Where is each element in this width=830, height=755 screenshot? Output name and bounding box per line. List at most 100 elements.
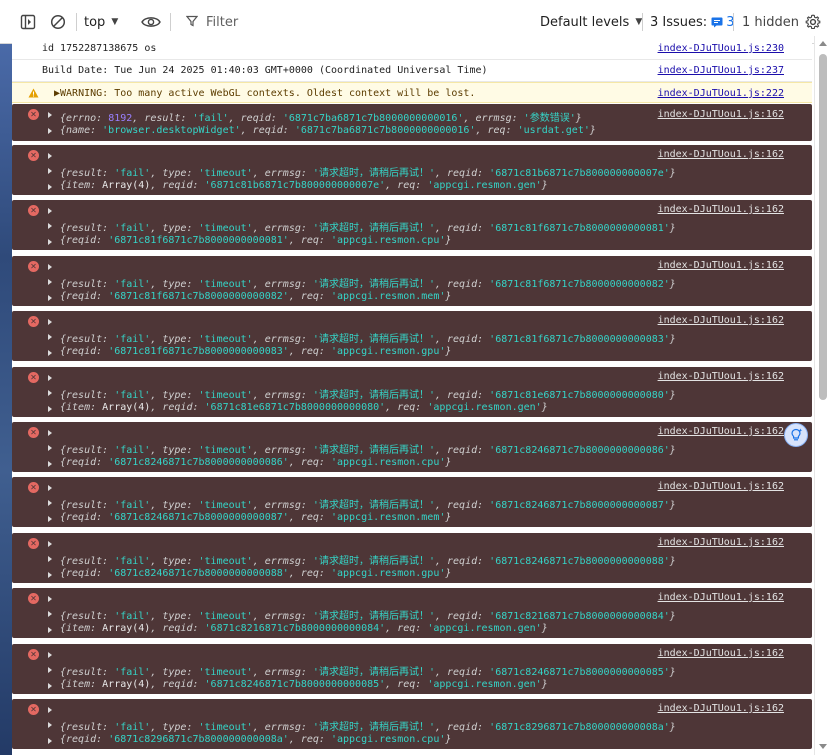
expand-triangle-icon[interactable] [48,264,52,270]
error-object-line[interactable]: {item: Array(4), reqid: '6871c8246871c7b… [60,679,548,690]
expand-triangle-icon[interactable] [48,516,52,522]
expand-triangle-icon[interactable] [48,168,52,174]
clear-console-icon[interactable] [48,12,68,32]
log-text: id 1752287138675 os [42,43,157,54]
expand-triangle-icon[interactable] [48,556,52,562]
expand-triangle-icon[interactable] [48,485,52,491]
error-row: ✕ index-DJuTUou1.js:162 {result: 'fail', t… [12,367,812,417]
source-link[interactable]: index-DJuTUou1.js:162 [658,481,784,492]
expand-triangle-icon[interactable] [48,279,52,285]
error-object-line[interactable]: {result: 'fail', type: 'timeout', errmsg… [60,386,676,401]
source-link[interactable]: index-DJuTUou1.js:162 [658,315,784,326]
source-link[interactable]: index-DJuTUou1.js:162 [658,537,784,548]
expand-triangle-icon[interactable] [48,461,52,467]
toolbar-divider [733,13,734,31]
expand-triangle-icon[interactable] [48,184,52,190]
scrollbar-thumb[interactable] [819,54,827,400]
expand-triangle-icon[interactable] [48,611,52,617]
error-object-line[interactable]: {reqid: '6871c81f6871c7b8000000000081', … [60,235,451,246]
expand-triangle-icon[interactable] [48,334,52,340]
issues-button[interactable]: 3 Issues: 3 [650,12,734,32]
log-row: id 1752287138675 os index-DJuTUou1.js:23… [12,38,812,60]
scroll-down-icon[interactable] [819,744,827,749]
error-object-line[interactable]: {reqid: '6871c8246871c7b8000000000086', … [60,457,451,468]
error-row: ✕ index-DJuTUou1.js:162 {result: 'fail', t… [12,256,812,306]
expand-triangle-icon[interactable] [48,295,52,301]
expand-triangle-icon[interactable] [48,430,52,436]
error-object-line[interactable]: {result: 'fail', type: 'timeout', errmsg… [60,718,676,733]
expand-triangle-icon[interactable] [48,500,52,506]
error-icon: ✕ [28,427,39,438]
error-object-line[interactable]: {reqid: '6871c81f6871c7b8000000000083', … [60,346,451,357]
error-row: ✕ index-DJuTUou1.js:162 {result: 'fail', t… [12,699,812,749]
error-object-line[interactable]: {errno: 8192, result: 'fail', reqid: '68… [60,109,582,124]
vertical-scrollbar[interactable] [814,36,830,755]
source-link[interactable]: index-DJuTUou1.js:237 [658,65,784,76]
source-link[interactable]: index-DJuTUou1.js:162 [658,371,784,382]
expand-triangle-icon[interactable] [48,572,52,578]
log-levels-dropdown[interactable]: Default levels ▼ [540,12,642,32]
expand-triangle-icon[interactable] [48,445,52,451]
gear-icon[interactable] [803,12,823,32]
source-link[interactable]: index-DJuTUou1.js:162 [658,426,784,437]
expand-triangle-icon[interactable] [48,112,52,118]
filter-input[interactable]: Filter [178,10,520,34]
expand-triangle-icon[interactable] [48,596,52,602]
error-object-line[interactable]: {reqid: '6871c81f6871c7b8000000000082', … [60,291,451,302]
expand-triangle-icon[interactable] [48,223,52,229]
expand-triangle-icon[interactable] [48,319,52,325]
context-selector[interactable]: top ▼ [84,12,118,32]
source-link[interactable]: index-DJuTUou1.js:162 [658,703,784,714]
expand-triangle-icon[interactable] [48,683,52,689]
error-object-line[interactable]: {item: Array(4), reqid: '6871c81e6871c7b… [60,402,548,413]
error-object-line[interactable]: {result: 'fail', type: 'timeout', errmsg… [60,552,676,567]
expand-triangle-icon[interactable] [48,375,52,381]
expand-triangle-icon[interactable] [48,153,52,159]
warning-row[interactable]: ▶WARNING: Too many active WebGL contexts… [12,82,812,103]
expand-triangle-icon[interactable] [48,652,52,658]
error-object-line[interactable]: {result: 'fail', type: 'timeout', errmsg… [60,607,676,622]
error-object-line[interactable]: {result: 'fail', type: 'timeout', errmsg… [60,275,676,290]
source-link[interactable]: index-DJuTUou1.js:162 [658,648,784,659]
source-link[interactable]: index-DJuTUou1.js:162 [658,149,784,160]
expand-triangle-icon[interactable] [48,627,52,633]
error-object-line[interactable]: {name: 'browser.desktopWidget', reqid: '… [60,125,596,136]
source-link[interactable]: index-DJuTUou1.js:162 [658,592,784,603]
scroll-up-icon[interactable] [819,41,827,46]
expand-triangle-icon[interactable] [48,128,52,134]
expand-triangle-icon[interactable] [48,350,52,356]
error-object-line[interactable]: {result: 'fail', type: 'timeout', errmsg… [60,219,676,234]
error-object-line[interactable]: {reqid: '6871c8246871c7b8000000000088', … [60,568,451,579]
error-object-line[interactable]: {reqid: '6871c8296871c7b800000000008a', … [60,734,451,745]
error-object-line[interactable]: {result: 'fail', type: 'timeout', errmsg… [60,164,676,179]
source-link[interactable]: index-DJuTUou1.js:162 [658,109,784,120]
expand-triangle-icon[interactable] [48,722,52,728]
expand-triangle-icon[interactable] [48,541,52,547]
source-link[interactable]: index-DJuTUou1.js:162 [658,260,784,271]
error-row: ✕ index-DJuTUou1.js:162 {result: 'fail', t… [12,422,812,472]
expand-triangle-icon[interactable] [48,390,52,396]
source-link[interactable]: index-DJuTUou1.js:222 [658,88,784,99]
issues-badge: 3 [711,15,734,30]
error-object-line[interactable]: {result: 'fail', type: 'timeout', errmsg… [60,330,676,345]
expand-triangle-icon[interactable] [48,239,52,245]
error-object-line[interactable]: {item: Array(4), reqid: '6871c81b6871c7b… [60,180,548,191]
sidebar-toggle-icon[interactable] [18,12,38,32]
expand-triangle-icon[interactable] [48,738,52,744]
error-object-line[interactable]: {result: 'fail', type: 'timeout', errmsg… [60,441,676,456]
expand-triangle-icon[interactable] [48,707,52,713]
source-link[interactable]: index-DJuTUou1.js:162 [658,204,784,215]
error-icon: ✕ [28,109,39,120]
ai-assistance-lightbulb-icon[interactable] [784,423,808,447]
error-icon: ✕ [28,150,39,161]
expand-triangle-icon[interactable] [48,208,52,214]
expand-triangle-icon[interactable] [48,406,52,412]
source-link[interactable]: index-DJuTUou1.js:230 [658,43,784,54]
toolbar-divider [170,13,171,31]
live-expression-eye-icon[interactable] [140,12,162,32]
error-object-line[interactable]: {result: 'fail', type: 'timeout', errmsg… [60,663,676,678]
expand-triangle-icon[interactable] [48,667,52,673]
error-object-line[interactable]: {result: 'fail', type: 'timeout', errmsg… [60,496,676,511]
error-object-line[interactable]: {reqid: '6871c8246871c7b8000000000087', … [60,512,451,523]
error-object-line[interactable]: {item: Array(4), reqid: '6871c8216871c7b… [60,623,548,634]
